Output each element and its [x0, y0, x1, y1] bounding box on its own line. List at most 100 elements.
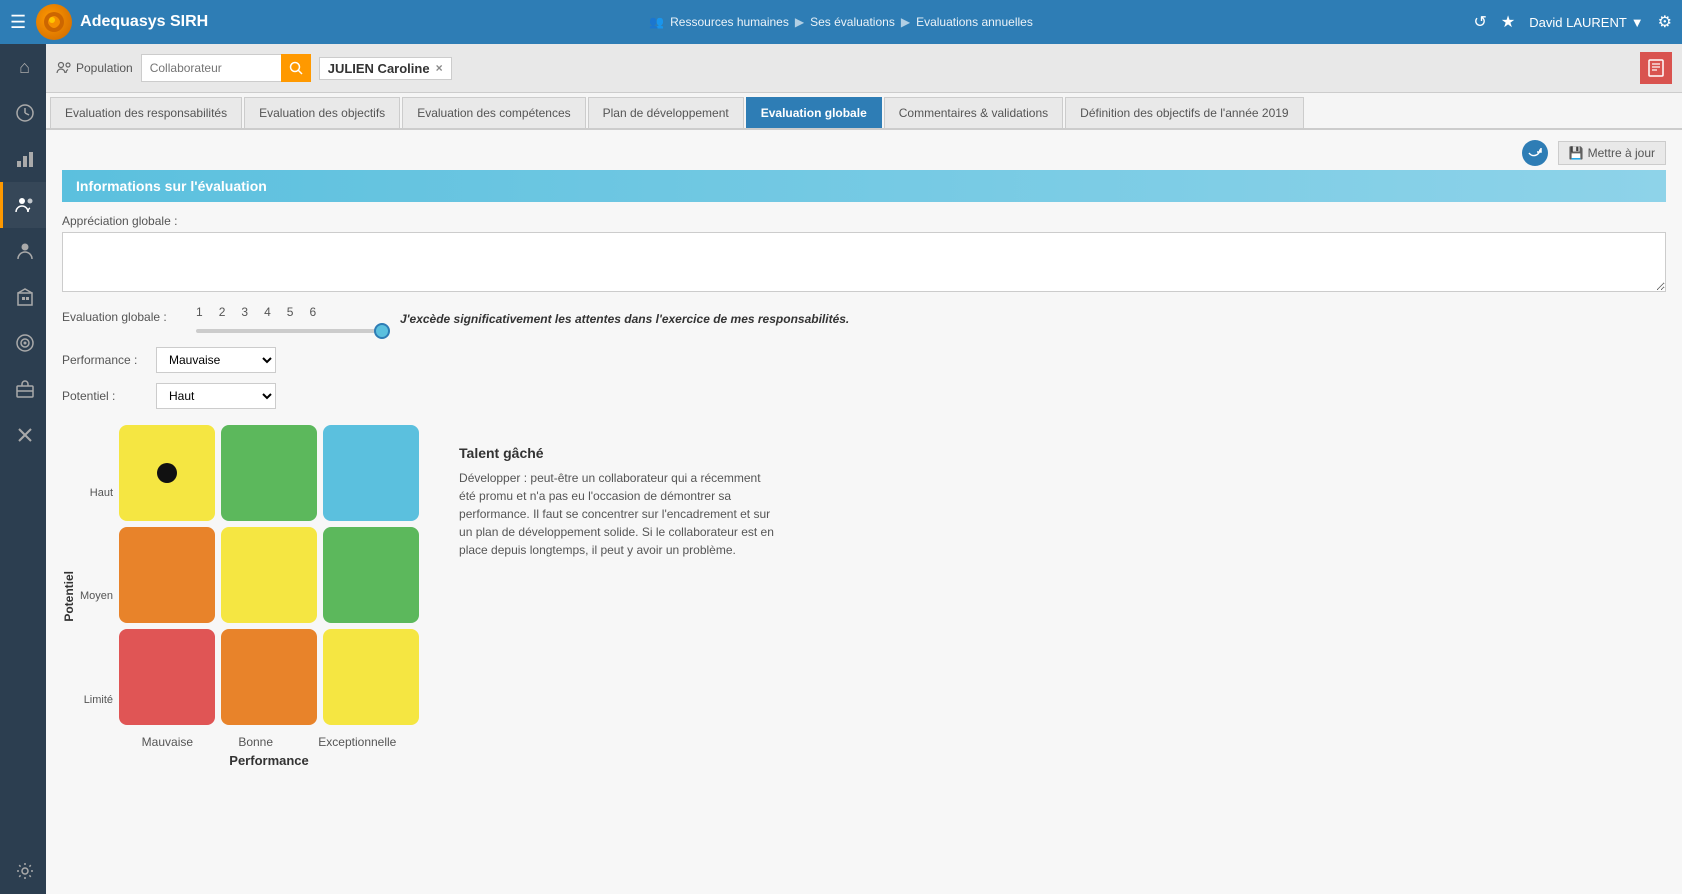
sidebar: ⌂ [0, 44, 46, 894]
top-right-actions: ↺ ★ David LAURENT ▼ ⚙ [1474, 12, 1673, 32]
tab-responsabilites[interactable]: Evaluation des responsabilités [50, 97, 242, 128]
performance-label: Performance : [62, 353, 142, 367]
breadcrumb-sep-2: ▶ [901, 15, 910, 29]
brand-logo-area: Adequasys SIRH [36, 4, 208, 40]
cell-limite-exceptionnelle[interactable] [323, 629, 419, 725]
nine-box-grid [119, 425, 419, 725]
remove-employee-button[interactable]: × [436, 61, 443, 75]
cell-haut-bonne[interactable] [221, 425, 317, 521]
app-logo [36, 4, 72, 40]
appreciation-label: Appréciation globale : [62, 214, 1666, 228]
y-tick-limite: Limité [84, 694, 113, 706]
search-bar: Population JULIEN Caroline × [46, 44, 1682, 93]
slider-track [196, 329, 376, 333]
x-label-mauvaise: Mauvaise [142, 735, 193, 749]
tab-competences[interactable]: Evaluation des compétences [402, 97, 585, 128]
slider-description: J'excède significativement les attentes … [400, 312, 849, 326]
potentiel-label: Potentiel : [62, 389, 142, 403]
appreciation-textarea[interactable] [62, 232, 1666, 292]
cell-limite-bonne[interactable] [221, 629, 317, 725]
potentiel-select[interactable]: Bas Moyen Haut [156, 383, 276, 409]
collaborateur-input[interactable] [141, 54, 281, 82]
sidebar-item-chart[interactable] [0, 136, 46, 182]
cell-haut-exceptionnelle[interactable] [323, 425, 419, 521]
sidebar-item-target[interactable] [0, 320, 46, 366]
cell-limite-mauvaise[interactable] [119, 629, 215, 725]
slider-wrap [196, 319, 376, 333]
top-navbar: ☰ Adequasys SIRH 👥 Ressources humaines ▶… [0, 0, 1682, 44]
sidebar-item-people[interactable] [0, 182, 46, 228]
star-icon[interactable]: ★ [1501, 12, 1515, 32]
tab-globale[interactable]: Evaluation globale [746, 97, 882, 128]
tab-commentaires[interactable]: Commentaires & validations [884, 97, 1063, 128]
employee-name: JULIEN Caroline [328, 61, 430, 76]
evaluation-label: Evaluation globale : [62, 310, 182, 324]
user-name: David LAURENT [1529, 15, 1627, 30]
refresh-icon[interactable]: ↺ [1474, 12, 1487, 32]
potentiel-row: Potentiel : Bas Moyen Haut [62, 383, 1666, 409]
slider-thumb[interactable] [374, 323, 390, 339]
refresh-row: 💾 Mettre à jour [62, 140, 1666, 166]
cell-moyen-mauvaise[interactable] [119, 527, 215, 623]
slider-num-3: 3 [241, 305, 248, 319]
description-box: Talent gâché Développer : peut-être un c… [459, 425, 779, 559]
section-header: Informations sur l'évaluation [62, 170, 1666, 202]
tab-objectifs[interactable]: Evaluation des objectifs [244, 97, 400, 128]
user-menu[interactable]: David LAURENT ▼ [1529, 15, 1643, 30]
y-axis-label: Potentiel [62, 571, 76, 622]
sidebar-item-home[interactable]: ⌂ [0, 44, 46, 90]
tab-bar: Evaluation des responsabilités Evaluatio… [46, 93, 1682, 130]
breadcrumb-item-3[interactable]: Evaluations annuelles [916, 15, 1033, 29]
nine-box-area: Potentiel Haut Moyen Limité [62, 425, 1666, 768]
user-dropdown-icon: ▼ [1631, 15, 1644, 30]
cell-moyen-bonne[interactable] [221, 527, 317, 623]
description-title: Talent gâché [459, 445, 779, 461]
search-input-wrap [141, 54, 311, 82]
nine-box-container: Potentiel Haut Moyen Limité [62, 425, 419, 768]
slider-num-2: 2 [219, 305, 226, 319]
slider-num-4: 4 [264, 305, 271, 319]
performance-row: Performance : Mauvaise Bonne Exceptionne… [62, 347, 1666, 373]
dropdowns-area: Performance : Mauvaise Bonne Exceptionne… [62, 347, 1666, 409]
population-text: Population [76, 61, 133, 75]
breadcrumb: 👥 Ressources humaines ▶ Ses évaluations … [649, 15, 1033, 29]
save-icon: 💾 [1569, 146, 1584, 160]
cell-haut-mauvaise[interactable] [119, 425, 215, 521]
performance-select[interactable]: Mauvaise Bonne Exceptionnelle [156, 347, 276, 373]
x-label-exceptionnelle: Exceptionnelle [318, 735, 396, 749]
app-title: Adequasys SIRH [80, 13, 208, 31]
breadcrumb-sep-1: ▶ [795, 15, 804, 29]
breadcrumb-item-2[interactable]: Ses évaluations [810, 15, 895, 29]
sidebar-item-briefcase[interactable] [0, 366, 46, 412]
hamburger-menu[interactable]: ☰ [10, 12, 26, 33]
gear-icon[interactable]: ⚙ [1658, 12, 1672, 32]
x-label-bonne: Bonne [238, 735, 273, 749]
top-right-doc-icon[interactable] [1640, 52, 1672, 84]
main-area: Population JULIEN Caroline × [46, 44, 1682, 894]
tab-objectifs2019[interactable]: Définition des objectifs de l'année 2019 [1065, 97, 1303, 128]
x-axis-title: Performance [229, 753, 308, 768]
main-layout: ⌂ [0, 44, 1682, 894]
sidebar-item-clock[interactable] [0, 90, 46, 136]
content-area: 💾 Mettre à jour Informations sur l'évalu… [46, 130, 1682, 894]
breadcrumb-icon: 👥 [649, 15, 664, 29]
nine-box-with-labels: Potentiel Haut Moyen Limité [62, 425, 419, 768]
x-axis-labels: Mauvaise Bonne Exceptionnelle [119, 735, 419, 749]
refresh-button[interactable] [1522, 140, 1548, 166]
slider-row: Evaluation globale : 1 2 3 4 5 6 [62, 305, 1666, 333]
selection-dot [157, 463, 177, 483]
sidebar-item-building[interactable] [0, 274, 46, 320]
sidebar-item-cross[interactable] [0, 412, 46, 458]
search-button[interactable] [281, 54, 311, 82]
employee-tag: JULIEN Caroline × [319, 57, 452, 80]
appreciation-row: Appréciation globale : [62, 214, 1666, 295]
slider-numbers: 1 2 3 4 5 6 [196, 305, 372, 319]
description-text: Développer : peut-être un collaborateur … [459, 469, 779, 559]
sidebar-item-person[interactable] [0, 228, 46, 274]
people-icon [56, 60, 72, 76]
tab-developpement[interactable]: Plan de développement [588, 97, 744, 128]
update-button[interactable]: 💾 Mettre à jour [1558, 141, 1666, 165]
cell-moyen-exceptionnelle[interactable] [323, 527, 419, 623]
sidebar-item-settings[interactable] [0, 848, 46, 894]
breadcrumb-item-1[interactable]: Ressources humaines [670, 15, 789, 29]
